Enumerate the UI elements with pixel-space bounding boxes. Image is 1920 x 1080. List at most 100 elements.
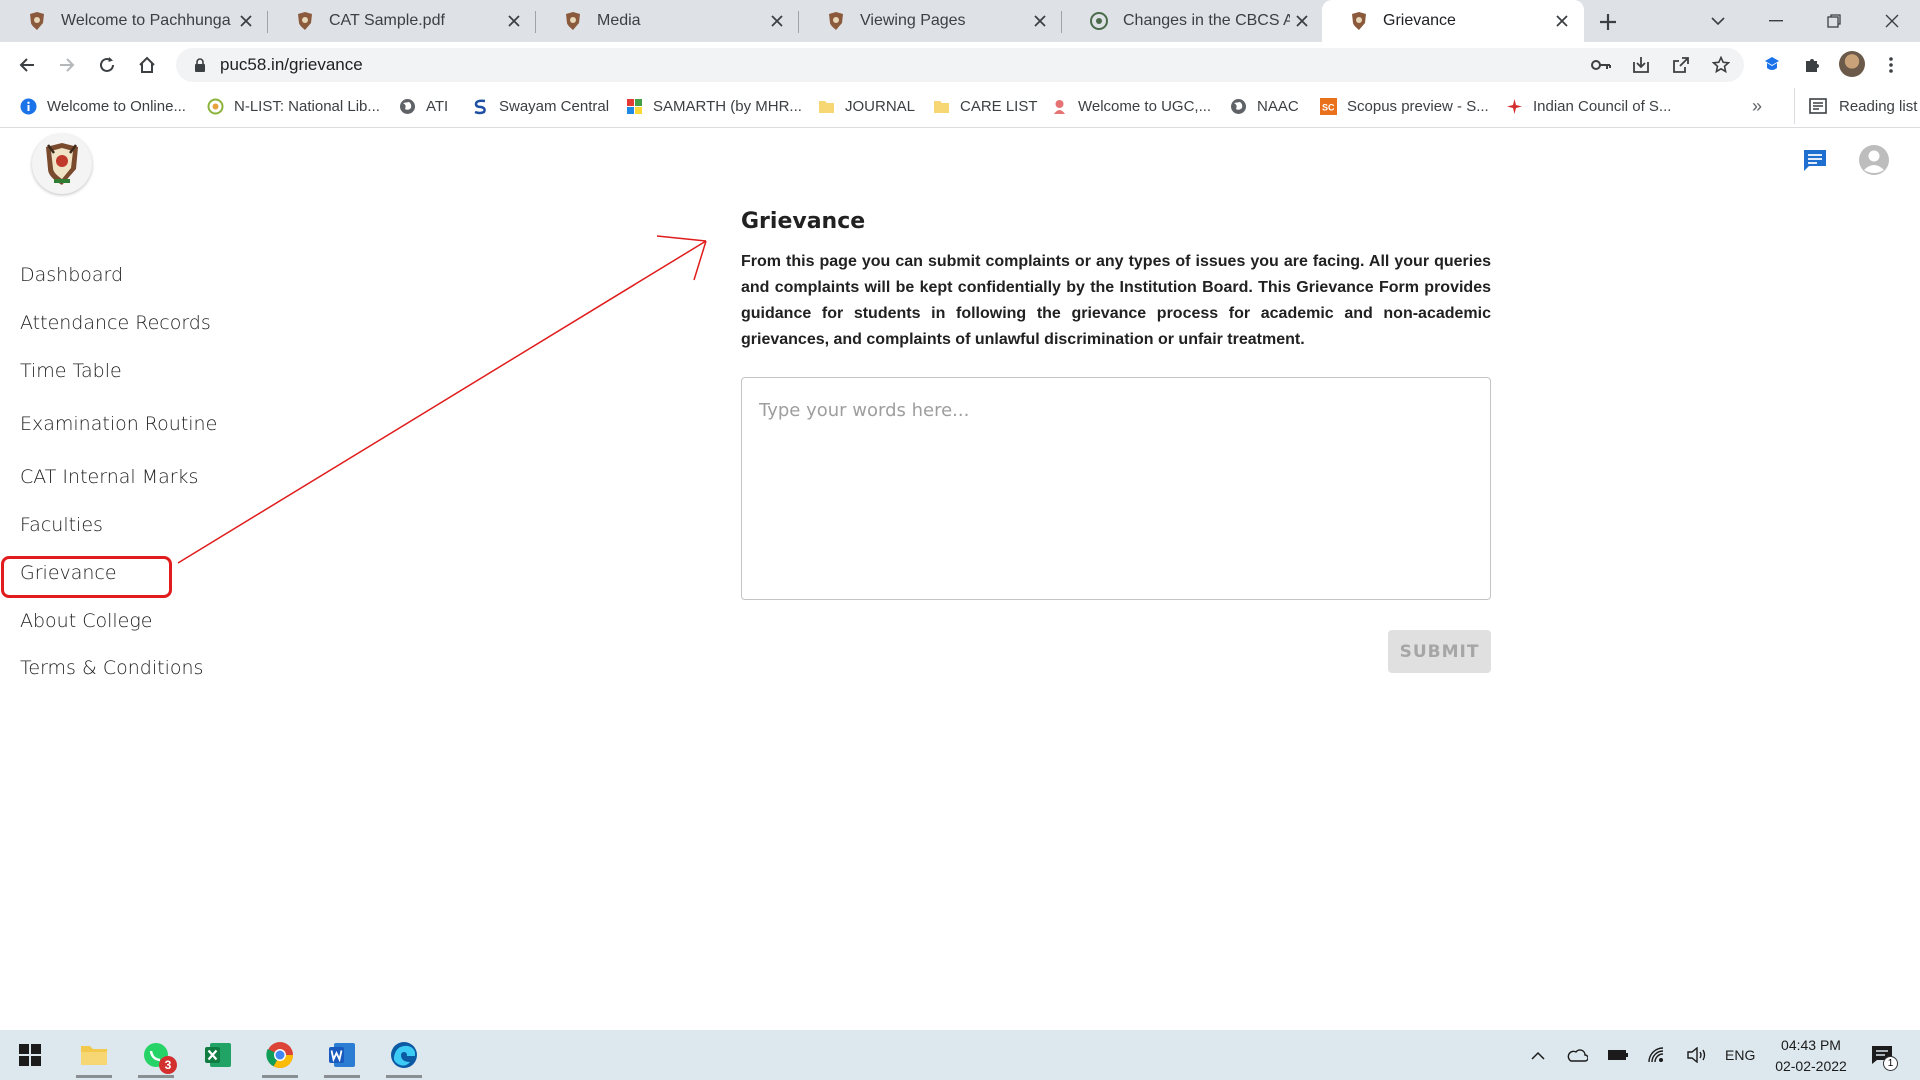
bookmark-star-icon[interactable] <box>1706 50 1736 80</box>
bookmark-swayam[interactable]: Swayam Central <box>472 88 609 124</box>
onedrive-cloud-icon[interactable] <box>1562 1030 1592 1080</box>
new-tab-button[interactable] <box>1594 8 1622 36</box>
chrome-menu-icon[interactable] <box>1876 50 1906 80</box>
college-crest-icon <box>295 11 315 31</box>
sidebar-item-cat-internal-marks[interactable]: CAT Internal Marks <box>20 466 198 488</box>
close-icon[interactable] <box>765 9 789 33</box>
edge-icon[interactable] <box>378 1030 430 1080</box>
bookmark-label: CARE LIST <box>960 97 1038 115</box>
tab-title: Grievance <box>1383 12 1456 29</box>
tab-cat-sample[interactable]: CAT Sample.pdf <box>268 0 536 42</box>
excel-icon[interactable] <box>192 1030 244 1080</box>
grievance-textarea[interactable] <box>741 377 1491 600</box>
page-title: Grievance <box>741 209 866 234</box>
bookmark-label: Welcome to UGC,... <box>1078 97 1212 115</box>
bookmark-icssr[interactable]: Indian Council of S... <box>1506 88 1671 124</box>
bookmark-label: SAMARTH (by MHR... <box>653 97 802 115</box>
language-indicator[interactable]: ENG <box>1725 1030 1755 1080</box>
tab-cbcs-changes[interactable]: Changes in the CBCS Amen <box>1062 0 1324 42</box>
share-icon[interactable] <box>1666 50 1696 80</box>
install-app-icon[interactable] <box>1626 50 1656 80</box>
start-icon[interactable] <box>4 1030 56 1080</box>
chat-icon[interactable] <box>1798 143 1832 177</box>
file-explorer-icon[interactable] <box>68 1030 120 1080</box>
tab-viewing-pages[interactable]: Viewing Pages <box>799 0 1062 42</box>
back-button[interactable] <box>11 49 43 81</box>
profile-avatar[interactable] <box>1839 51 1865 77</box>
forward-button[interactable] <box>51 49 83 81</box>
account-circle-icon[interactable] <box>1857 143 1891 177</box>
sidebar-item-faculties[interactable]: Faculties <box>20 514 103 536</box>
sidebar-item-time-table[interactable]: Time Table <box>20 360 122 382</box>
tab-media[interactable]: Media <box>536 0 799 42</box>
chrome-icon[interactable] <box>254 1030 306 1080</box>
close-icon[interactable] <box>1550 9 1574 33</box>
sidebar-item-examination-routine[interactable]: Examination Routine <box>20 413 217 435</box>
college-crest-icon <box>46 143 78 185</box>
bookmark-label: Indian Council of S... <box>1533 97 1672 115</box>
tab-search-button[interactable] <box>1690 0 1746 42</box>
sidebar-item-about-college[interactable]: About College <box>20 610 152 632</box>
reading-list-label: Reading list <box>1839 97 1918 115</box>
home-button[interactable] <box>131 49 163 81</box>
folder-icon <box>933 98 950 115</box>
reading-list-button[interactable]: Reading list <box>1794 88 1917 124</box>
browser-toolbar: puc58.in/grievance <box>0 42 1920 88</box>
system-clock[interactable]: 04:43 PM 02-02-2022 <box>1766 1035 1856 1077</box>
whatsapp-icon[interactable]: 3 <box>130 1030 182 1080</box>
bookmark-welcome-online[interactable]: Welcome to Online... <box>20 88 186 124</box>
bookmark-nlist[interactable]: N-LIST: National Lib... <box>207 88 380 124</box>
nlist-icon <box>207 98 224 115</box>
bookmark-journal[interactable]: JOURNAL <box>818 88 915 124</box>
bookmark-label: Swayam Central <box>499 97 610 115</box>
close-window-button[interactable] <box>1864 0 1920 42</box>
battery-icon[interactable] <box>1603 1030 1633 1080</box>
icssr-icon <box>1506 98 1523 115</box>
tab-welcome-pachhunga[interactable]: Welcome to Pachhunga Uni <box>0 0 268 42</box>
tab-title: Viewing Pages <box>860 12 966 29</box>
ugc-icon <box>1051 98 1068 115</box>
more-bookmarks-button[interactable]: » <box>1752 88 1762 124</box>
restore-button[interactable] <box>1806 0 1862 42</box>
word-icon[interactable] <box>316 1030 368 1080</box>
lock-icon[interactable] <box>192 57 208 73</box>
samarth-icon <box>626 98 643 115</box>
extension-shield-icon[interactable] <box>1757 50 1787 80</box>
bookmark-ugc[interactable]: Welcome to UGC,... <box>1051 88 1211 124</box>
college-crest-icon <box>563 11 583 31</box>
minimize-button[interactable] <box>1748 0 1804 42</box>
whatsapp-badge: 3 <box>159 1056 177 1074</box>
scopus-icon: SC <box>1320 97 1337 115</box>
close-icon[interactable] <box>502 9 526 33</box>
tab-title: Changes in the CBCS Amen <box>1123 12 1290 29</box>
close-icon[interactable] <box>1028 9 1052 33</box>
bookmark-care-list[interactable]: CARE LIST <box>933 88 1038 124</box>
reload-button[interactable] <box>91 49 123 81</box>
running-indicator <box>262 1075 298 1078</box>
notification-center-icon[interactable]: 1 <box>1866 1039 1898 1071</box>
close-icon[interactable] <box>1290 9 1314 33</box>
bookmark-ati[interactable]: ATI <box>399 88 448 124</box>
wifi-icon[interactable] <box>1642 1030 1672 1080</box>
bookmark-label: ATI <box>426 97 449 115</box>
bookmark-label: Scopus preview - S... <box>1347 97 1489 115</box>
bookmark-label: Welcome to Online... <box>47 97 186 115</box>
college-logo[interactable] <box>32 134 92 194</box>
folder-icon <box>818 98 835 115</box>
sidebar-item-attendance-records[interactable]: Attendance Records <box>20 312 211 334</box>
running-indicator <box>138 1075 174 1078</box>
bookmark-samarth[interactable]: SAMARTH (by MHR... <box>626 88 802 124</box>
sidebar-item-terms-conditions[interactable]: Terms & Conditions <box>20 657 203 679</box>
windows-taskbar: 3 ENG 04:43 PM 02-02-2022 1 <box>0 1030 1920 1080</box>
key-icon[interactable] <box>1586 50 1616 80</box>
tab-grievance[interactable]: Grievance <box>1322 0 1584 42</box>
bookmark-scopus[interactable]: SC Scopus preview - S... <box>1320 88 1489 124</box>
address-bar[interactable]: puc58.in/grievance <box>176 48 1744 82</box>
extensions-puzzle-icon[interactable] <box>1797 50 1827 80</box>
bookmark-naac[interactable]: NAAC <box>1230 88 1299 124</box>
volume-icon[interactable] <box>1682 1030 1712 1080</box>
sidebar-item-dashboard[interactable]: Dashboard <box>20 264 123 286</box>
show-hidden-icons-chevron-up-icon[interactable] <box>1524 1030 1552 1080</box>
submit-button[interactable]: SUBMIT <box>1388 630 1491 673</box>
close-icon[interactable] <box>234 9 258 33</box>
